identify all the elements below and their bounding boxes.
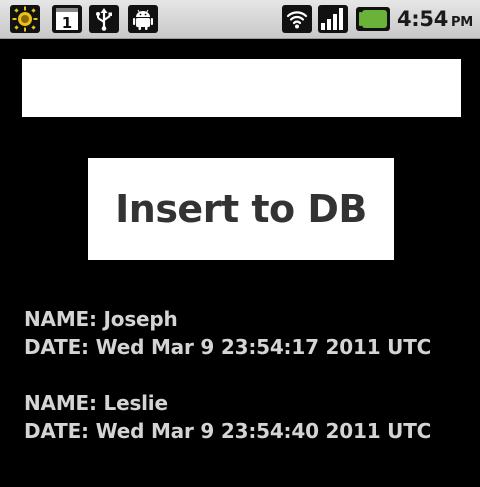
list-item: NAME: Leslie DATE: Wed Mar 9 23:54:40 20…	[24, 389, 474, 445]
calendar-day: 1	[62, 14, 72, 32]
record-date: DATE: Wed Mar 9 23:54:17 2011 UTC	[24, 335, 432, 359]
sun-notification-icon	[10, 5, 40, 33]
status-clock: 4:54 PM	[397, 7, 473, 31]
wifi-icon	[282, 5, 312, 33]
insert-to-db-button[interactable]: Insert to DB	[88, 158, 394, 260]
clock-ampm: PM	[451, 15, 473, 30]
record-date: DATE: Wed Mar 9 23:54:40 2011 UTC	[24, 419, 432, 443]
calendar-icon: 1	[52, 5, 82, 33]
android-debug-icon	[128, 5, 158, 33]
record-name: NAME: Leslie	[24, 391, 168, 415]
clock-time: 4:54	[397, 7, 449, 31]
record-name: NAME: Joseph	[24, 307, 178, 331]
battery-icon	[356, 5, 390, 33]
name-input[interactable]	[22, 59, 461, 117]
status-bar[interactable]: 1 4:54 PM	[0, 0, 480, 39]
list-item: NAME: Joseph DATE: Wed Mar 9 23:54:17 20…	[24, 305, 474, 361]
records-list: NAME: Joseph DATE: Wed Mar 9 23:54:17 20…	[24, 305, 474, 473]
usb-icon	[89, 5, 119, 33]
signal-icon	[318, 5, 348, 33]
